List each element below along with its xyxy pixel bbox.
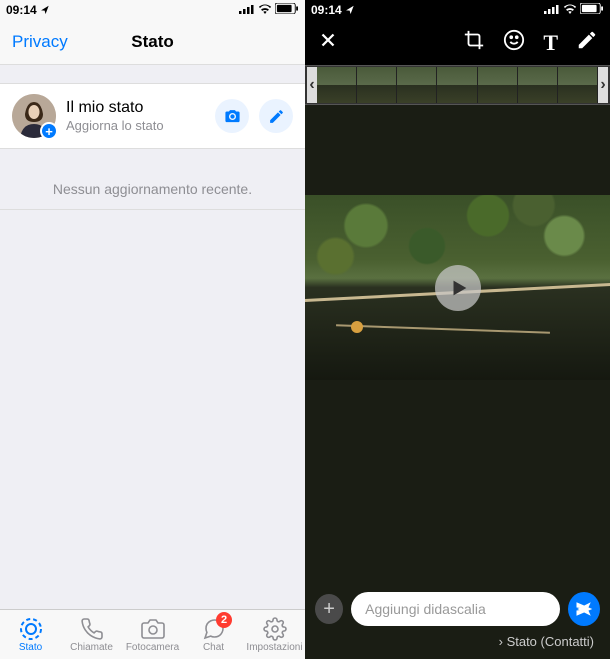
crop-button[interactable] — [463, 29, 485, 56]
video-trim-filmstrip[interactable]: ‹ › — [305, 65, 610, 105]
video-content — [351, 321, 363, 333]
audience-selector[interactable]: › Stato (Contatti) — [315, 634, 600, 649]
tab-label: Stato — [19, 642, 42, 653]
tab-stato[interactable]: Stato — [0, 610, 61, 659]
my-status-text: Il mio stato Aggiorna lo stato — [66, 99, 205, 133]
filmstrip-frame — [558, 67, 598, 103]
send-button[interactable] — [568, 592, 600, 626]
battery-icon — [580, 3, 604, 17]
no-updates-message: Nessun aggiornamento recente. — [0, 149, 305, 210]
emoji-icon — [503, 29, 525, 51]
status-icon — [18, 617, 44, 641]
avatar[interactable]: + — [12, 94, 56, 138]
add-media-button[interactable]: + — [315, 594, 343, 624]
privacy-link[interactable]: Privacy — [12, 32, 68, 52]
ios-status-bar: 09:14 — [305, 0, 610, 20]
wifi-icon — [563, 3, 577, 17]
tab-label: Chiamate — [70, 642, 113, 653]
text-icon: T — [543, 30, 558, 55]
my-status-row[interactable]: + Il mio stato Aggiorna lo stato — [0, 83, 305, 149]
tab-impostazioni[interactable]: Impostazioni — [244, 610, 305, 659]
chevron-right-icon: › — [499, 634, 503, 649]
status-time: 09:14 — [311, 3, 342, 17]
tab-bar: Stato Chiamate Fotocamera 2 Chat Imposta… — [0, 609, 305, 659]
status-editor-screen: 09:14 — [305, 0, 610, 659]
location-icon — [41, 3, 51, 17]
add-status-badge: + — [40, 122, 58, 140]
tab-label: Chat — [203, 642, 224, 653]
filmstrip-frame — [518, 67, 558, 103]
camera-icon — [140, 617, 166, 641]
trim-handle-left[interactable]: ‹ — [307, 67, 317, 103]
ios-status-bar: 09:14 — [0, 0, 305, 20]
my-status-title: Il mio stato — [66, 99, 205, 117]
pencil-icon — [576, 29, 598, 51]
status-screen: 09:14 Privacy Stato + — [0, 0, 305, 659]
audience-label: Stato (Contatti) — [507, 634, 594, 649]
camera-icon — [224, 108, 241, 125]
filmstrip-frame — [317, 67, 357, 103]
trim-handle-right[interactable]: › — [598, 67, 608, 103]
nav-header: Privacy Stato — [0, 20, 305, 65]
tab-fotocamera[interactable]: Fotocamera — [122, 610, 183, 659]
filmstrip-frame — [478, 67, 518, 103]
text-tool-button[interactable]: T — [543, 30, 558, 56]
text-status-button[interactable] — [259, 99, 293, 133]
tab-chat[interactable]: 2 Chat — [183, 610, 244, 659]
play-button[interactable] — [435, 265, 481, 311]
filmstrip-frame — [397, 67, 437, 103]
crop-icon — [463, 29, 485, 51]
send-icon — [575, 600, 593, 618]
filmstrip-frame — [437, 67, 477, 103]
wifi-icon — [258, 3, 272, 17]
phone-icon — [79, 617, 105, 641]
caption-input[interactable] — [351, 592, 560, 626]
emoji-button[interactable] — [503, 29, 525, 56]
tab-chiamate[interactable]: Chiamate — [61, 610, 122, 659]
draw-button[interactable] — [576, 29, 598, 56]
tab-label: Fotocamera — [126, 642, 179, 653]
my-status-subtitle: Aggiorna lo stato — [66, 118, 205, 133]
play-icon — [448, 277, 470, 299]
chat-badge: 2 — [216, 612, 232, 628]
location-icon — [346, 3, 356, 17]
status-time: 09:14 — [6, 3, 37, 17]
cellular-icon — [544, 3, 560, 17]
filmstrip-frame — [357, 67, 397, 103]
close-button[interactable] — [317, 29, 339, 56]
video-preview[interactable] — [305, 195, 610, 380]
plus-icon: + — [323, 598, 335, 621]
cellular-icon — [239, 3, 255, 17]
gear-icon — [262, 617, 288, 641]
camera-status-button[interactable] — [215, 99, 249, 133]
editor-bottom-bar: + › Stato (Contatti) — [305, 582, 610, 659]
editor-toolbar: T — [305, 20, 610, 65]
tab-label: Impostazioni — [246, 642, 302, 653]
battery-icon — [275, 3, 299, 17]
close-icon — [317, 29, 339, 51]
plus-icon: + — [45, 125, 53, 138]
page-title: Stato — [131, 32, 174, 52]
pencil-icon — [268, 108, 285, 125]
